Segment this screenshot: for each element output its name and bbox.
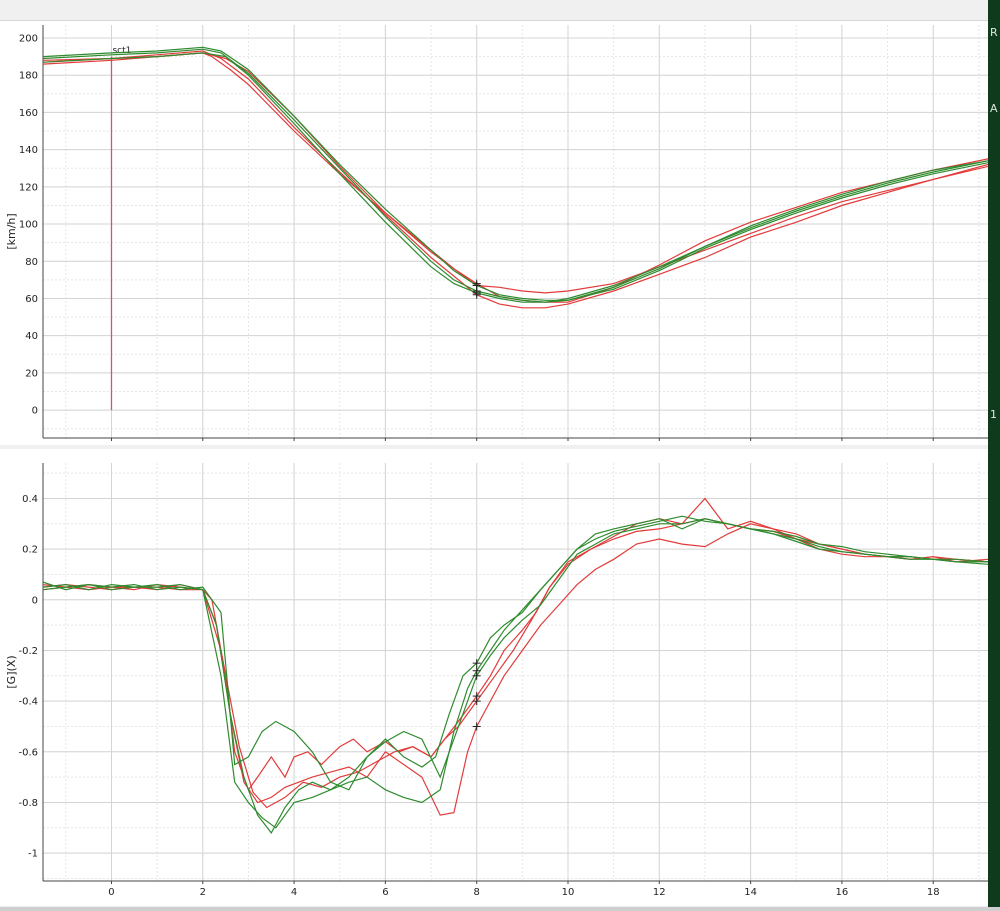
y-tick-label: -0.4: [18, 697, 38, 708]
series-line-1: [43, 52, 988, 294]
y-tick-label: 100: [19, 220, 38, 231]
y-tick-label: 200: [19, 34, 38, 45]
y-tick-label: 0.2: [22, 545, 38, 556]
y-tick-label: 180: [19, 71, 38, 82]
x-tick-label: 4: [291, 887, 297, 898]
x-tick-label: 12: [653, 444, 666, 445]
x-tick-label: 2: [200, 887, 206, 898]
y-tick-label: 120: [19, 182, 38, 193]
app-window: 0246810121416180204060801001201401601802…: [0, 0, 1000, 911]
toolbar-strip: [0, 0, 988, 21]
speed-chart-panel: 0246810121416180204060801001201401601802…: [0, 21, 988, 455]
side-panel: R A 1: [988, 0, 1000, 911]
speed-chart: 0246810121416180204060801001201401601802…: [5, 25, 988, 455]
y-axis-label: [km/h]: [5, 213, 18, 249]
series-line-5: [43, 46, 988, 301]
side-label: 1: [990, 408, 997, 421]
series-line-1: [43, 497, 988, 792]
series-group: [43, 46, 988, 309]
x-tick-label: 16: [836, 444, 849, 445]
series-line-2: [43, 50, 988, 309]
side-label: A: [990, 102, 998, 115]
y-tick-label: -0.8: [18, 798, 38, 809]
x-tick-label: 6: [382, 444, 388, 445]
status-strip: [0, 907, 1000, 911]
acceleration-chart: 0 2 4 6 8 10 12 14 16 18 -1 -0.8 -0.6 -0.4 -0.2 0 0.2 0.4…: [5, 463, 988, 898]
x-tick-label: 14: [744, 887, 757, 898]
y-tick-label: -0.6: [18, 747, 38, 758]
series-line-5: [43, 518, 988, 791]
x-tick-label: 14: [744, 444, 757, 445]
x-tick-label: 8: [474, 887, 480, 898]
series-line-2: [43, 523, 988, 816]
x-tick-label: 0: [108, 887, 114, 898]
x-tick-label: 6: [382, 887, 388, 898]
x-tick-label: 10: [562, 887, 575, 898]
x-tick-label: 12: [653, 887, 666, 898]
series-line-6: [43, 52, 988, 303]
x-tick-label: 18: [927, 887, 940, 898]
y-axis-label: [G](X): [5, 655, 18, 688]
x-tick-label: 2: [200, 444, 206, 445]
y-tick-label: 0: [32, 406, 38, 417]
y-tick-label: 160: [19, 108, 38, 119]
y-tick-label: 0: [32, 595, 38, 606]
y-tick-label: 20: [25, 368, 38, 379]
y-tick-label: -1: [28, 849, 38, 860]
y-tick-label: 0.4: [22, 494, 38, 505]
y-tick-label: 140: [19, 145, 38, 156]
series-line-3: [43, 52, 988, 303]
series-line-6: [43, 515, 988, 829]
x-tick-label: 4: [291, 444, 297, 445]
series-line-4: [43, 48, 988, 303]
x-tick-label: 18: [927, 444, 940, 445]
x-tick-label: 0: [108, 444, 114, 445]
y-tick-label: 60: [25, 294, 38, 305]
y-tick-label: -0.2: [18, 646, 38, 657]
x-tick-label: 10: [562, 444, 575, 445]
side-label: R: [990, 26, 998, 39]
x-tick-label: 8: [474, 444, 480, 445]
y-tick-label: 80: [25, 257, 38, 268]
x-tick-label: 16: [836, 887, 849, 898]
y-tick-label: 40: [25, 331, 38, 342]
acceleration-chart-panel: 0 2 4 6 8 10 12 14 16 18 -1 -0.8 -0.6 -0.4 -0.2 0 0.2 0.4…: [0, 449, 988, 906]
series-line-3: [43, 518, 988, 809]
